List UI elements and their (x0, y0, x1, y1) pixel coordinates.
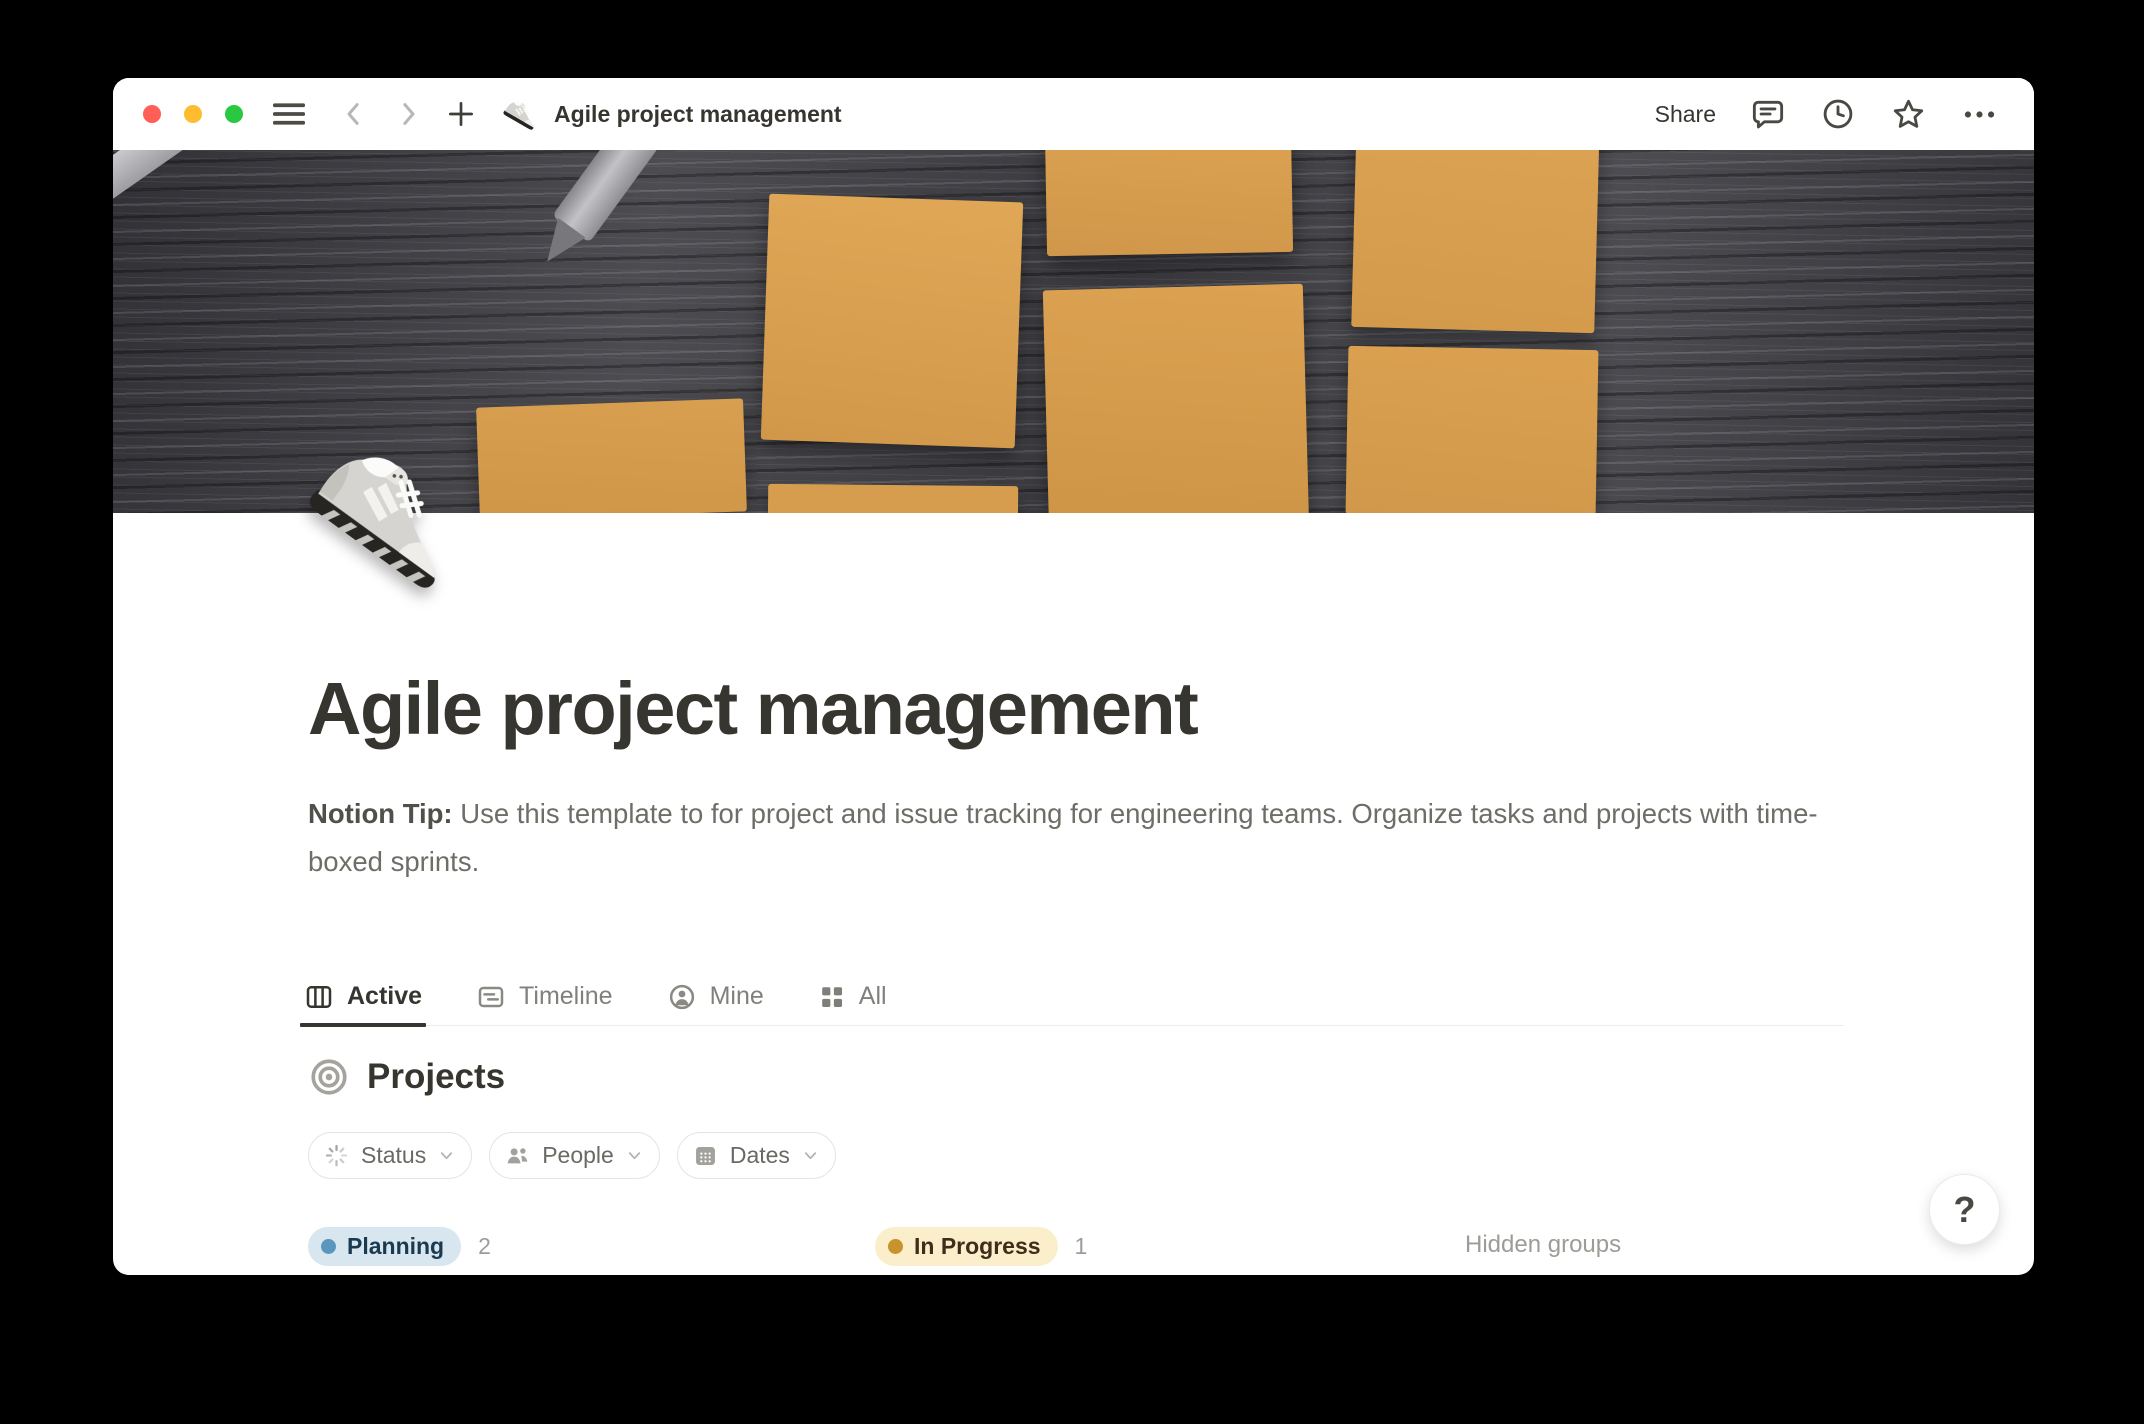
updates-button[interactable] (1820, 96, 1856, 132)
status-filter-button[interactable]: Status (308, 1132, 472, 1179)
spinner-icon (323, 1142, 350, 1169)
sticky-note (1043, 284, 1309, 513)
board-view-icon (304, 982, 334, 1012)
forward-button[interactable] (393, 99, 423, 129)
sticky-note (476, 398, 747, 513)
minimize-button[interactable] (184, 105, 202, 123)
section-header: Projects (308, 1056, 505, 1098)
chevron-left-icon (339, 99, 369, 129)
comments-button[interactable] (1750, 96, 1786, 132)
zoom-button[interactable] (225, 105, 243, 123)
planning-group-pill[interactable]: Planning (308, 1227, 461, 1266)
sticky-note (768, 484, 1018, 513)
tab-timeline[interactable]: Timeline (472, 968, 617, 1025)
group-count: 2 (478, 1233, 491, 1260)
notion-tip-text: Use this template to for project and iss… (308, 798, 1818, 877)
cover-marker-pen (529, 150, 778, 275)
notion-tip-label: Notion Tip: (308, 798, 453, 829)
close-button[interactable] (143, 105, 161, 123)
sidebar-toggle-button[interactable] (273, 102, 305, 126)
tab-all[interactable]: All (814, 968, 891, 1025)
group-in-progress: In Progress 1 (875, 1227, 1087, 1266)
star-icon (1890, 96, 1927, 133)
dates-filter-button[interactable]: Dates (677, 1132, 836, 1179)
chevron-down-icon (801, 1146, 820, 1165)
window-controls (143, 105, 243, 123)
plus-icon (445, 98, 477, 130)
share-button[interactable]: Share (1655, 101, 1716, 128)
page-icon-sneaker[interactable] (306, 430, 476, 600)
hamburger-icon (273, 102, 305, 126)
chevron-down-icon (625, 1146, 644, 1165)
status-dot-amber (888, 1239, 903, 1254)
ellipsis-icon (1961, 96, 1998, 133)
tab-active[interactable]: Active (300, 968, 426, 1025)
question-mark-icon: ? (1954, 1189, 1976, 1231)
notion-tip: Notion Tip: Use this template to for pro… (308, 790, 1838, 886)
status-dot-blue (321, 1239, 336, 1254)
new-tab-button[interactable] (445, 98, 477, 130)
toolbar-page-title: Agile project management (554, 101, 842, 128)
people-icon (504, 1142, 531, 1169)
chevron-down-icon (437, 1146, 456, 1165)
sticky-note (761, 194, 1023, 449)
target-icon (308, 1056, 350, 1098)
cover-object (113, 150, 195, 208)
filter-bar: Status People Dates (308, 1132, 836, 1179)
people-filter-button[interactable]: People (489, 1132, 660, 1179)
calendar-icon (692, 1142, 719, 1169)
view-tabs: Active Timeline Mine All (300, 968, 1844, 1026)
breadcrumb[interactable]: Agile project management (503, 99, 842, 129)
running-shoe-icon (498, 92, 546, 137)
tab-mine[interactable]: Mine (663, 968, 768, 1025)
favorite-button[interactable] (1890, 96, 1927, 133)
page-icon-small (503, 99, 541, 129)
board-groups: Planning 2 In Progress 1 Hidden groups (113, 1227, 2034, 1267)
sticky-note (1045, 150, 1293, 256)
help-button[interactable]: ? (1929, 1174, 2000, 1245)
sticky-note (1346, 346, 1599, 513)
group-count: 1 (1075, 1233, 1088, 1260)
person-view-icon (667, 982, 697, 1012)
back-button[interactable] (339, 99, 369, 129)
in-progress-group-pill[interactable]: In Progress (875, 1227, 1058, 1266)
chevron-right-icon (393, 99, 423, 129)
window-toolbar: Agile project management Share (113, 78, 2034, 150)
sticky-note (1351, 150, 1599, 333)
running-shoe-icon (288, 416, 493, 610)
section-title: Projects (367, 1057, 505, 1097)
hidden-groups-button[interactable]: Hidden groups (1465, 1231, 1621, 1259)
group-planning: Planning 2 (308, 1227, 491, 1266)
grid-view-icon (818, 983, 846, 1011)
more-button[interactable] (1961, 96, 1998, 133)
page-title[interactable]: Agile project management (308, 666, 1197, 751)
clock-icon (1820, 96, 1856, 132)
timeline-view-icon (476, 982, 506, 1012)
notion-window: Agile project management Share (113, 78, 2034, 1275)
comment-bubble-icon (1750, 96, 1786, 132)
